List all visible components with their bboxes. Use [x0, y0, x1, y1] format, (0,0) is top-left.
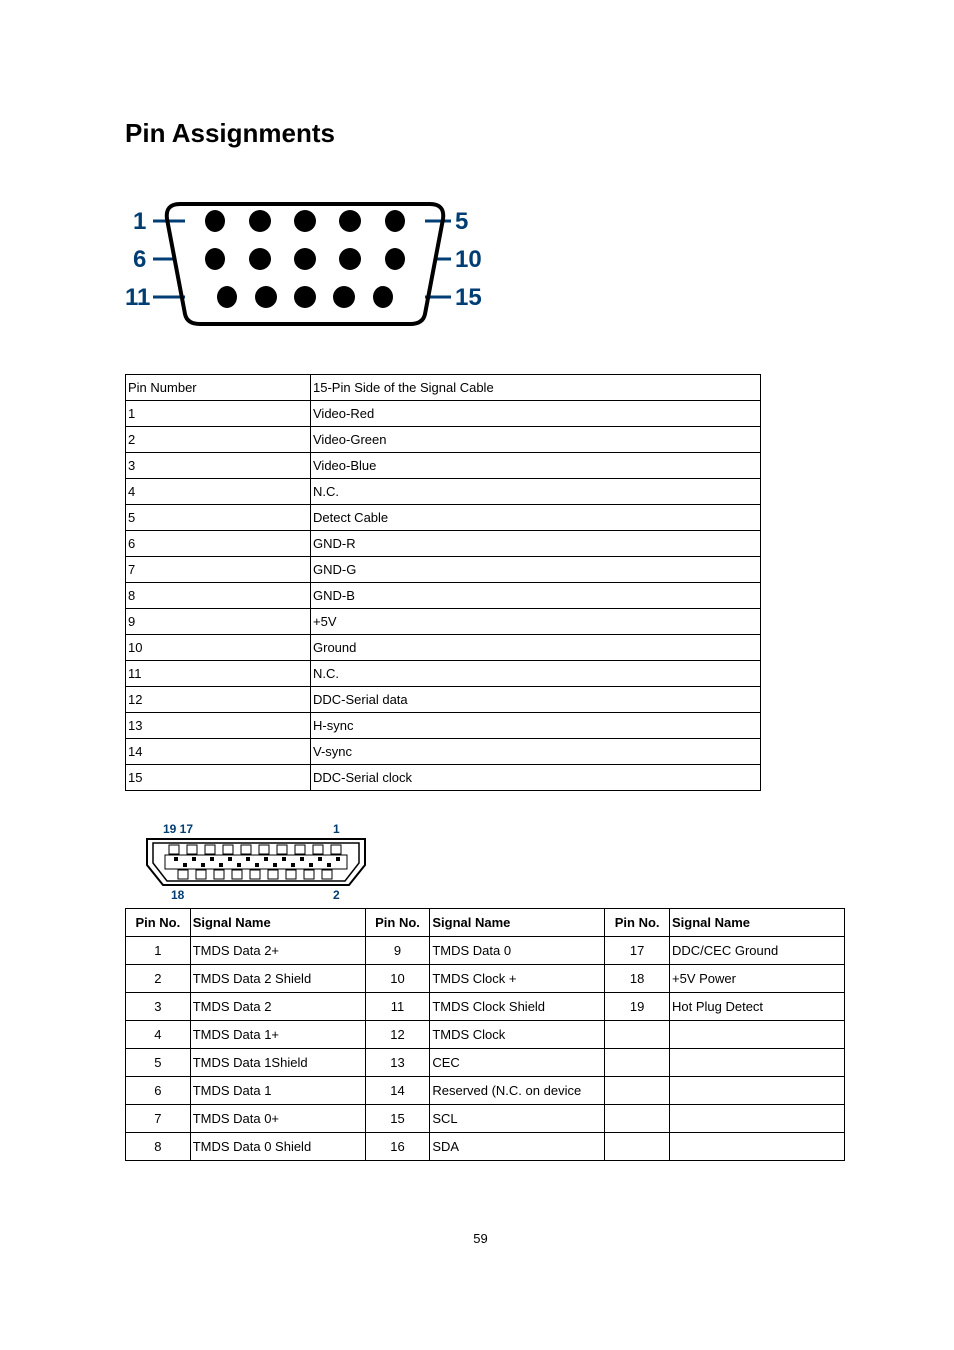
hdmi-connector-diagram: 19 17 1 18 2	[141, 821, 836, 906]
page-number: 59	[125, 1231, 836, 1246]
hdmi-label-top-left: 19 17	[163, 822, 193, 836]
th-sig: Signal Name	[190, 909, 365, 937]
table-row: 1Video-Red	[126, 401, 761, 427]
table-row: 2TMDS Data 2 Shield 10TMDS Clock + 18+5V…	[126, 965, 845, 993]
hdmi-label-bot-right: 2	[333, 888, 340, 901]
vga-label-10: 10	[455, 246, 482, 273]
vga-connector-diagram: 1 6 11 5 10 15	[125, 189, 836, 344]
hdmi-label-top-right: 1	[333, 822, 340, 836]
vga-label-1: 1	[133, 208, 146, 235]
vga-label-6: 6	[133, 246, 146, 273]
table-header-row: Pin No. Signal Name Pin No. Signal Name …	[126, 909, 845, 937]
th-sig: Signal Name	[430, 909, 605, 937]
table-row: 6TMDS Data 1 14Reserved (N.C. on device	[126, 1077, 845, 1105]
vga-label-11: 11	[125, 284, 150, 311]
table-row: 5Detect Cable	[126, 505, 761, 531]
table-row: 5TMDS Data 1Shield 13CEC	[126, 1049, 845, 1077]
table-row: 7GND-G	[126, 557, 761, 583]
table-row: 2Video-Green	[126, 427, 761, 453]
table-row: 9+5V	[126, 609, 761, 635]
table-row: 8GND-B	[126, 583, 761, 609]
hdmi-label-bot-left: 18	[171, 888, 185, 901]
th-sig: Signal Name	[670, 909, 845, 937]
th-pin: Pin No.	[365, 909, 430, 937]
table-row: 1TMDS Data 2+ 9TMDS Data 0 17DDC/CEC Gro…	[126, 937, 845, 965]
th-pin-number: Pin Number	[126, 375, 311, 401]
hdmi-pin-table: Pin No. Signal Name Pin No. Signal Name …	[125, 908, 845, 1161]
table-row: 8TMDS Data 0 Shield 16SDA	[126, 1133, 845, 1161]
th-pin: Pin No.	[605, 909, 670, 937]
vga-label-5: 5	[455, 208, 468, 235]
table-row: 13H-sync	[126, 713, 761, 739]
vga-pin-table: Pin Number 15-Pin Side of the Signal Cab…	[125, 374, 761, 791]
table-row: 4TMDS Data 1+ 12TMDS Clock	[126, 1021, 845, 1049]
table-row: 12DDC-Serial data	[126, 687, 761, 713]
th-pin: Pin No.	[126, 909, 191, 937]
vga-label-15: 15	[455, 284, 482, 311]
page-heading: Pin Assignments	[125, 118, 836, 149]
table-row: 11N.C.	[126, 661, 761, 687]
table-row: 3TMDS Data 2 11TMDS Clock Shield 19Hot P…	[126, 993, 845, 1021]
table-row: 10Ground	[126, 635, 761, 661]
table-row: 14V-sync	[126, 739, 761, 765]
th-signal-desc: 15-Pin Side of the Signal Cable	[311, 375, 761, 401]
table-row: 6GND-R	[126, 531, 761, 557]
table-row: 3Video-Blue	[126, 453, 761, 479]
table-header-row: Pin Number 15-Pin Side of the Signal Cab…	[126, 375, 761, 401]
table-row: 15DDC-Serial clock	[126, 765, 761, 791]
table-row: 4N.C.	[126, 479, 761, 505]
table-row: 7TMDS Data 0+ 15SCL	[126, 1105, 845, 1133]
